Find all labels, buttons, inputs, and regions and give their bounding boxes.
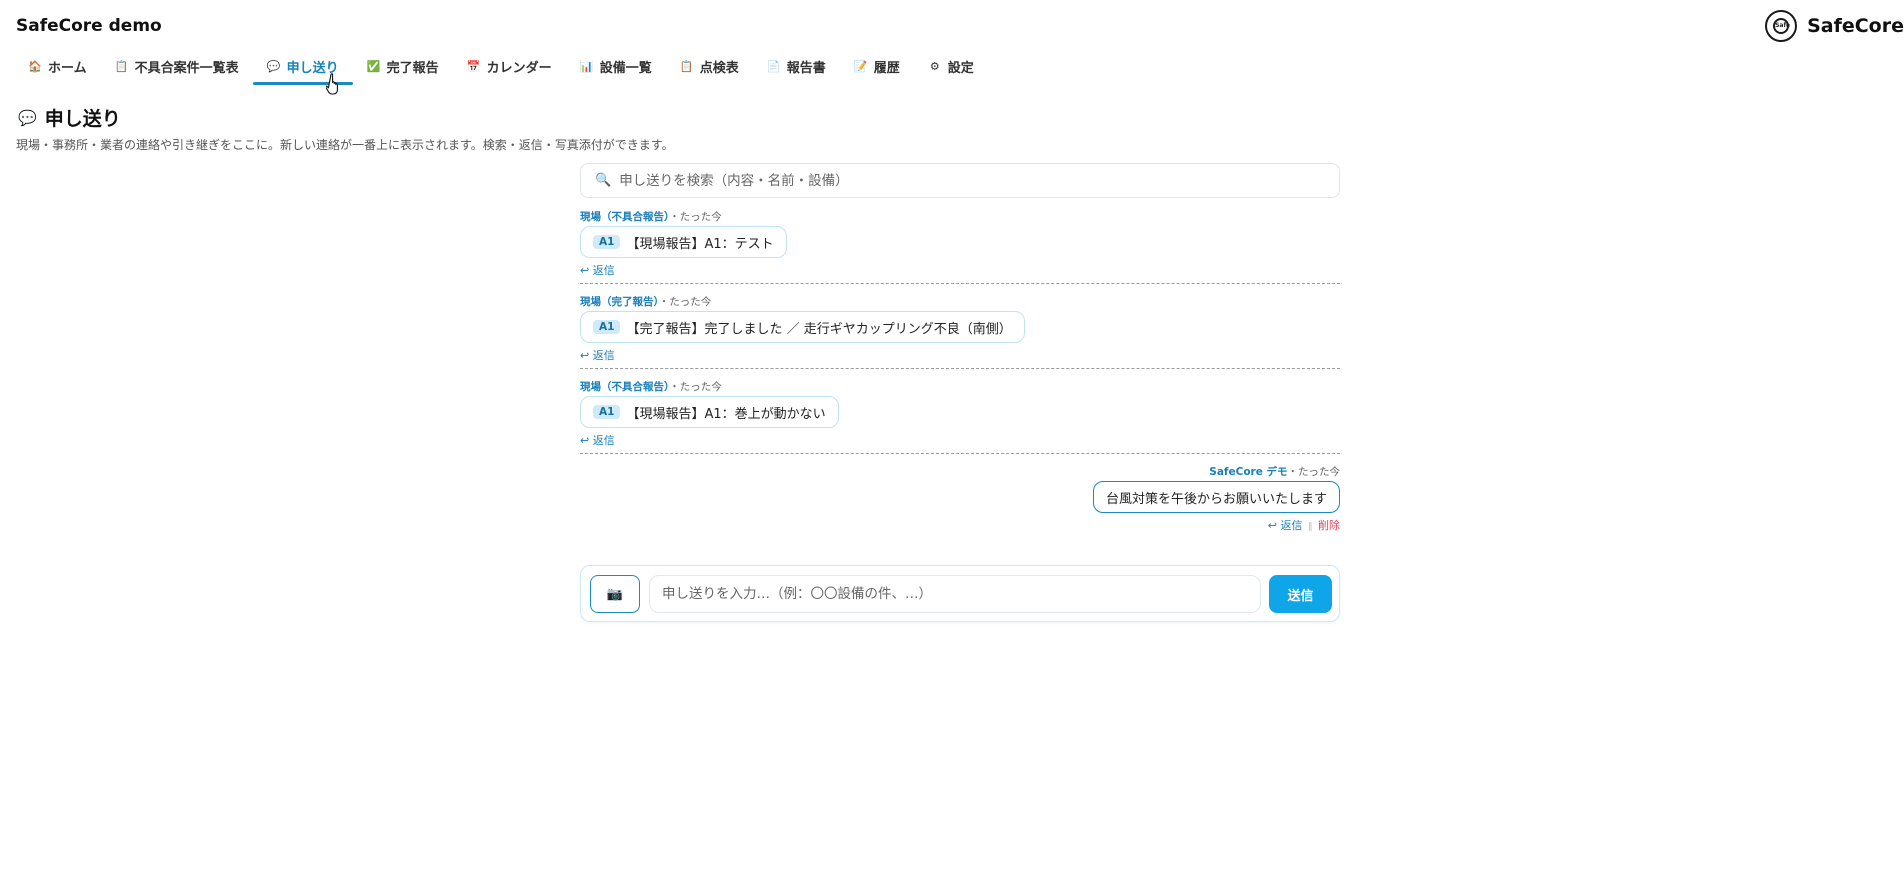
brand-logo-text: Safe xyxy=(1773,18,1790,34)
message-item: 現場（不具合報告）・たった今 A1 【現場報告】A1：テスト ↩ 返信 xyxy=(580,210,1340,279)
message-composer: 📷 送信 xyxy=(580,565,1340,622)
message-author: 現場（不具合報告） xyxy=(580,211,670,223)
message-time: ・たった今 xyxy=(669,381,722,393)
tab-settings[interactable]: ⚙ 設定 xyxy=(914,52,988,80)
equipment-badge: A1 xyxy=(593,235,621,249)
chart-icon: 📊 xyxy=(579,59,594,73)
message-bubble: A1 【現場報告】A1：巻上が動かない xyxy=(580,396,839,428)
memo-icon: 📝 xyxy=(853,59,868,73)
clipboard-icon: 📋 xyxy=(679,59,694,73)
tab-inspection-sheet[interactable]: 📋 点検表 xyxy=(666,52,753,80)
message-author: SafeCore デモ xyxy=(1209,466,1288,478)
message-author: 現場（不具合報告） xyxy=(580,381,670,393)
search-icon: 🔍 xyxy=(595,173,612,188)
equipment-badge: A1 xyxy=(593,405,621,419)
tab-home[interactable]: 🏠 ホーム xyxy=(14,52,101,80)
app-header: SafeCore demo Safe SafeCore xyxy=(0,0,1904,52)
message-text: 【現場報告】A1：巻上が動かない xyxy=(626,406,826,422)
page-description: 現場・事務所・業者の連絡や引き継ぎをここに。新しい連絡が一番上に表示されます。検… xyxy=(16,138,674,152)
reply-button[interactable]: ↩ 返信 xyxy=(580,349,615,362)
tab-label: 履歴 xyxy=(873,60,900,76)
message-time: ・たった今 xyxy=(658,296,712,308)
message-divider xyxy=(580,283,1340,284)
brand-name: SafeCore xyxy=(1807,15,1904,37)
message-meta: 現場（不具合報告）・たった今 xyxy=(580,380,1340,394)
tab-history[interactable]: 📝 履歴 xyxy=(840,52,914,80)
message-time: ・たった今 xyxy=(1287,466,1341,478)
message-item: 現場（完了報告）・たった今 A1 【完了報告】完了しました ／ 走行ギヤカップリ… xyxy=(580,295,1340,364)
hand-cursor-icon xyxy=(326,73,338,95)
document-icon: 📄 xyxy=(766,59,781,73)
message-text: 台風対策を午後からお願いいたします xyxy=(1105,491,1327,507)
camera-icon: 📷 xyxy=(606,586,624,601)
reply-button[interactable]: ↩ 返信 xyxy=(1268,519,1303,532)
tab-label: カレンダー xyxy=(486,60,552,76)
calendar-icon: 📅 xyxy=(466,59,481,73)
tab-label: 完了報告 xyxy=(386,60,439,76)
message-divider xyxy=(580,453,1340,454)
message-bubble: A1 【現場報告】A1：テスト xyxy=(580,226,787,258)
tab-label: 設定 xyxy=(947,60,974,76)
page-heading: 💬 申し送り xyxy=(18,104,121,131)
tab-calendar[interactable]: 📅 カレンダー xyxy=(453,52,566,80)
page-title: 申し送り xyxy=(44,108,121,130)
tab-completion-report[interactable]: ✅ 完了報告 xyxy=(353,52,453,80)
house-icon: 🏠 xyxy=(28,59,42,73)
search-box[interactable]: 🔍 xyxy=(580,163,1340,198)
tab-defect-list[interactable]: 📋 不具合案件一覧表 xyxy=(101,52,253,80)
equipment-badge: A1 xyxy=(593,320,621,334)
reply-button[interactable]: ↩ 返信 xyxy=(580,434,615,447)
check-icon: ✅ xyxy=(366,59,381,73)
brand[interactable]: Safe SafeCore xyxy=(1765,10,1904,42)
message-text: 【現場報告】A1：テスト xyxy=(626,236,774,252)
message-item: 現場（不具合報告）・たった今 A1 【現場報告】A1：巻上が動かない ↩ 返信 xyxy=(580,380,1340,449)
main-nav: 🏠 ホーム 📋 不具合案件一覧表 💬 申し送り ✅ 完了報告 📅 カレンダー 📊… xyxy=(14,52,988,90)
message-input[interactable] xyxy=(649,575,1261,613)
tab-label: ホーム xyxy=(48,60,87,76)
message-divider xyxy=(580,368,1340,369)
message-bubble: 台風対策を午後からお願いいたします xyxy=(1092,481,1340,513)
action-separator: ‖ xyxy=(1308,522,1313,532)
gear-icon: ⚙ xyxy=(929,59,940,73)
message-meta: 現場（不具合報告）・たった今 xyxy=(580,210,1340,224)
message-meta: SafeCore デモ・たった今 xyxy=(580,465,1340,479)
camera-button[interactable]: 📷 xyxy=(590,575,640,613)
tab-reports[interactable]: 📄 報告書 xyxy=(753,52,840,80)
message-time: ・たった今 xyxy=(669,211,722,223)
tab-label: 設備一覧 xyxy=(599,60,652,76)
message-actions: ↩ 返信 ‖ 削除 xyxy=(580,518,1340,534)
delete-button[interactable]: 削除 xyxy=(1318,519,1340,532)
brand-logo-icon: Safe xyxy=(1765,10,1798,42)
message-actions: ↩ 返信 xyxy=(580,433,1340,449)
message-author: 現場（完了報告） xyxy=(580,296,659,308)
handover-feed: 🔍 現場（不具合報告）・たった今 A1 【現場報告】A1：テスト ↩ 返信 現場… xyxy=(580,163,1340,534)
message-bubble: A1 【完了報告】完了しました ／ 走行ギヤカップリング不良（南側） xyxy=(580,311,1025,343)
reply-button[interactable]: ↩ 返信 xyxy=(580,264,615,277)
speech-bubble-icon: 💬 xyxy=(266,59,281,73)
clipboard-icon: 📋 xyxy=(114,59,129,73)
own-message-item: SafeCore デモ・たった今 台風対策を午後からお願いいたします ↩ 返信 … xyxy=(580,465,1340,534)
tab-label: 報告書 xyxy=(786,60,826,76)
search-input[interactable] xyxy=(619,172,1300,189)
speech-bubble-icon: 💬 xyxy=(18,108,37,127)
message-text: 【完了報告】完了しました ／ 走行ギヤカップリング不良（南側） xyxy=(626,321,1012,337)
send-button[interactable]: 送信 xyxy=(1269,575,1332,613)
message-actions: ↩ 返信 xyxy=(580,348,1340,364)
message-actions: ↩ 返信 xyxy=(580,263,1340,279)
message-meta: 現場（完了報告）・たった今 xyxy=(580,295,1340,309)
tab-equipment-list[interactable]: 📊 設備一覧 xyxy=(566,52,666,80)
tab-label: 不具合案件一覧表 xyxy=(134,60,239,76)
app-title: SafeCore demo xyxy=(16,16,162,36)
tab-label: 点検表 xyxy=(699,60,739,76)
